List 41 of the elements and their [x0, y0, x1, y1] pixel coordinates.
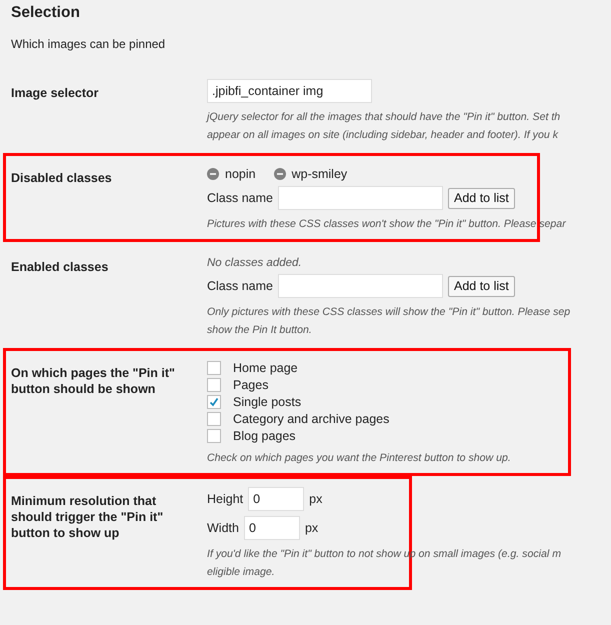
setting-label: Enabled classes [11, 259, 110, 276]
field-label: Class name [207, 191, 273, 205]
number-field[interactable]: 0 [244, 516, 300, 540]
class-tag: nopin [225, 167, 256, 181]
help-text: appear on all images on site (including sidebar, header and footer). If you k [207, 128, 560, 143]
class-tag: wp-smiley [292, 167, 348, 181]
section-subtitle: Which images can be pinned [11, 37, 166, 51]
unit-label: px [309, 492, 322, 506]
number-field[interactable]: 0 [248, 487, 304, 511]
help-text: jQuery selector for all the images that should have the "Pin it" button. Set th [207, 110, 562, 125]
setting-label: Image selector [11, 85, 100, 102]
setting-label: Disabled classes [11, 170, 113, 187]
field-label: Width [207, 521, 239, 535]
checkbox[interactable] [207, 378, 221, 392]
option-label: Category and archive pages [233, 412, 390, 426]
option-label: Single posts [233, 394, 302, 408]
option-label: Pages [233, 378, 268, 392]
help-text: Check on which pages you want the Pinterest button to show up. [207, 451, 512, 466]
class-name-field[interactable] [278, 274, 443, 298]
add-button[interactable]: Add to list [448, 276, 515, 296]
help-text: show the Pin It button. [207, 323, 313, 338]
remove-icon[interactable] [274, 168, 286, 180]
remove-icon[interactable] [207, 168, 219, 180]
setting-label: Minimum resolution that should trigger the "Pin it" button to show up [11, 493, 164, 542]
empty-note: No classes added. [207, 256, 303, 269]
class-name-field[interactable] [278, 186, 443, 210]
option-label: Home page [233, 360, 298, 374]
option-label: Blog pages [233, 428, 296, 442]
checkbox[interactable] [207, 360, 221, 374]
help-text: eligible image. [207, 565, 276, 580]
checkbox[interactable] [207, 412, 221, 426]
field-label: Height [207, 492, 244, 506]
unit-label: px [304, 521, 318, 535]
checkbox[interactable] [207, 394, 221, 408]
setting-label: On which pages the "Pin it" button should be shown [11, 365, 176, 398]
field-label: Class name [207, 279, 273, 293]
add-button[interactable]: Add to list [448, 188, 515, 208]
section-title: Selection [11, 4, 81, 22]
selector-field[interactable]: .jpibfi_container img [207, 79, 372, 103]
help-text: Only pictures with these CSS classes will show the "Pin it" button. Please sep [207, 305, 572, 320]
checkbox[interactable] [207, 428, 221, 442]
